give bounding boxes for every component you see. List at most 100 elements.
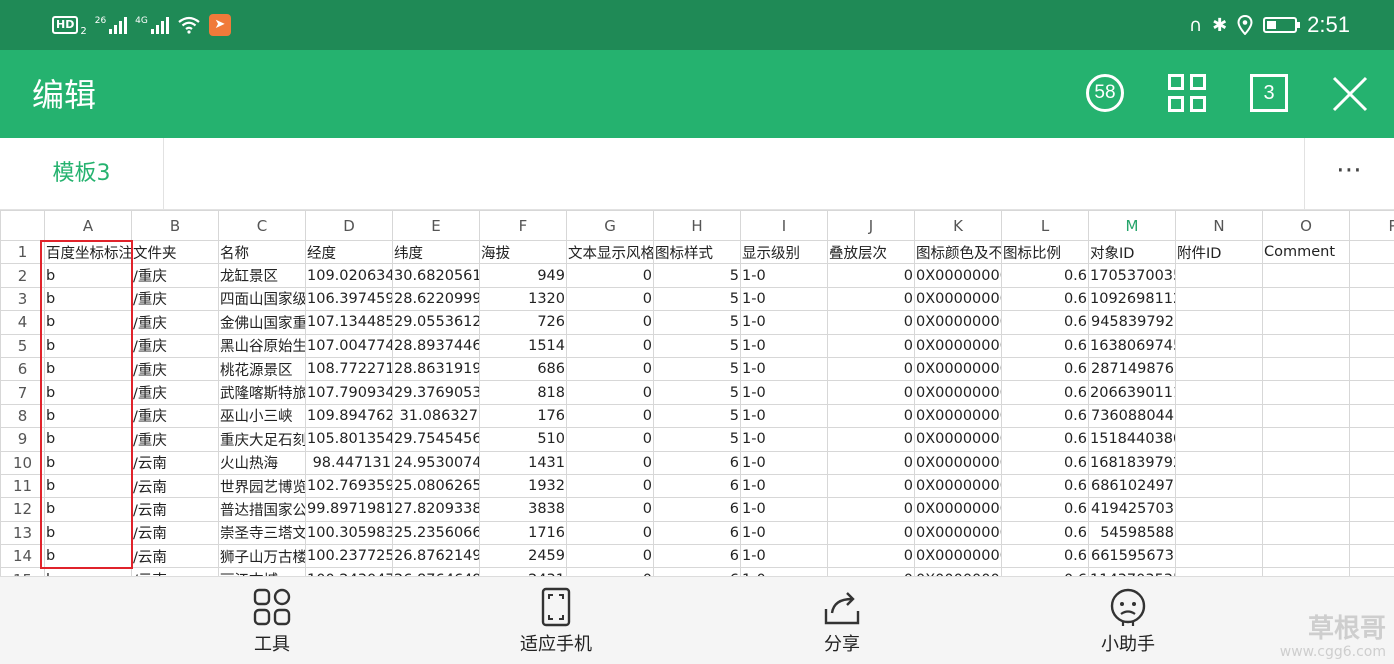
cell[interactable]: [1262, 286, 1350, 312]
cell[interactable]: /云南: [131, 544, 219, 569]
cell[interactable]: [1262, 544, 1350, 569]
cell[interactable]: 686: [479, 356, 567, 382]
cell[interactable]: 0X00000000: [914, 567, 1002, 576]
cell[interactable]: 26.8764649: [392, 567, 480, 576]
cell[interactable]: [1262, 263, 1350, 288]
cell[interactable]: [1349, 239, 1394, 265]
cell[interactable]: [1349, 286, 1394, 312]
cell[interactable]: [1175, 380, 1263, 405]
cell[interactable]: b: [44, 450, 132, 475]
cell[interactable]: 名称: [218, 239, 306, 265]
cell[interactable]: 火山热海: [218, 450, 306, 475]
cell[interactable]: Comment: [1262, 239, 1350, 265]
cell[interactable]: 1-0: [740, 520, 828, 546]
cell[interactable]: 107.790934: [305, 380, 393, 405]
cell[interactable]: 0.6: [1001, 380, 1089, 405]
cell[interactable]: 945839792: [1088, 310, 1176, 335]
cell[interactable]: 25.2356066: [392, 520, 480, 546]
cell[interactable]: 1-0: [740, 310, 828, 335]
cell[interactable]: /云南: [131, 473, 219, 499]
cell[interactable]: 0.6: [1001, 263, 1089, 288]
cell[interactable]: 0: [566, 286, 654, 312]
cell[interactable]: [1262, 356, 1350, 382]
cell[interactable]: 附件ID: [1175, 239, 1263, 265]
row-header[interactable]: 7: [0, 380, 45, 405]
cell[interactable]: 0.6: [1001, 310, 1089, 335]
cell[interactable]: 0X00000000: [914, 473, 1002, 499]
cell[interactable]: 0X00000000: [914, 333, 1002, 358]
cell[interactable]: b: [44, 427, 132, 452]
cell[interactable]: 5: [653, 310, 741, 335]
cell[interactable]: 2066390111: [1088, 380, 1176, 405]
cell[interactable]: 1-0: [740, 450, 828, 475]
cell[interactable]: 0: [827, 473, 915, 499]
column-header-k[interactable]: K: [914, 210, 1002, 241]
cell[interactable]: 0X00000000: [914, 520, 1002, 546]
cell[interactable]: 6: [653, 497, 741, 522]
column-header-j[interactable]: J: [827, 210, 915, 241]
cell[interactable]: 文件夹: [131, 239, 219, 265]
cell[interactable]: 102.769359: [305, 473, 393, 499]
cell[interactable]: 6: [653, 544, 741, 569]
cell[interactable]: 287149876: [1088, 356, 1176, 382]
cell[interactable]: 98.447131: [305, 450, 393, 475]
cell[interactable]: 黑山谷原始生: [218, 333, 306, 358]
cell[interactable]: 桃花源景区: [218, 356, 306, 382]
badge-58-button[interactable]: 58: [1086, 74, 1126, 114]
row-header[interactable]: 5: [0, 333, 45, 358]
cell[interactable]: 0: [827, 263, 915, 288]
cell[interactable]: /重庆: [131, 333, 219, 358]
cell[interactable]: [1175, 450, 1263, 475]
cell[interactable]: 文本显示风格: [566, 239, 654, 265]
cell[interactable]: [1175, 427, 1263, 452]
cell[interactable]: 巫山小三峡: [218, 403, 306, 429]
cell[interactable]: b: [44, 310, 132, 335]
cell[interactable]: 108.772271: [305, 356, 393, 382]
cell[interactable]: 726: [479, 310, 567, 335]
cell[interactable]: 109.020634: [305, 263, 393, 288]
cell[interactable]: [1349, 263, 1394, 288]
cell[interactable]: [1175, 263, 1263, 288]
cell[interactable]: 图标比例: [1001, 239, 1089, 265]
cell[interactable]: 3838: [479, 497, 567, 522]
cell[interactable]: 狮子山万古楼: [218, 544, 306, 569]
cell[interactable]: 1431: [479, 450, 567, 475]
column-header-d[interactable]: D: [305, 210, 393, 241]
cell[interactable]: 0: [566, 333, 654, 358]
cell[interactable]: 0: [827, 520, 915, 546]
cell[interactable]: 0: [566, 356, 654, 382]
cell[interactable]: 1-0: [740, 263, 828, 288]
cell[interactable]: 0: [566, 263, 654, 288]
cell[interactable]: [1175, 356, 1263, 382]
cell[interactable]: 105.801354: [305, 427, 393, 452]
cell[interactable]: 0: [566, 380, 654, 405]
cell[interactable]: 176: [479, 403, 567, 429]
cell[interactable]: 叠放层次: [827, 239, 915, 265]
cell[interactable]: /重庆: [131, 263, 219, 288]
cell[interactable]: [1175, 403, 1263, 429]
cell[interactable]: [1175, 286, 1263, 312]
cell[interactable]: [1262, 333, 1350, 358]
cell[interactable]: [1349, 544, 1394, 569]
cell[interactable]: [1262, 403, 1350, 429]
cell[interactable]: 0: [566, 450, 654, 475]
cell[interactable]: 1-0: [740, 356, 828, 382]
cell[interactable]: [1349, 567, 1394, 576]
cell[interactable]: b: [44, 356, 132, 382]
row-header[interactable]: 1: [0, 239, 45, 265]
cell[interactable]: [1175, 473, 1263, 499]
row-header[interactable]: 14: [0, 544, 45, 569]
cell[interactable]: 金佛山国家重: [218, 310, 306, 335]
cell[interactable]: 1518440380: [1088, 427, 1176, 452]
cell[interactable]: 0.6: [1001, 497, 1089, 522]
spreadsheet-grid[interactable]: ABCDEFGHIJKLMNOP 1百度坐标标注文件夹名称经度纬度海拔文本显示风…: [0, 210, 1394, 576]
cell[interactable]: 2459: [479, 544, 567, 569]
cell[interactable]: 0.6: [1001, 544, 1089, 569]
cell[interactable]: 29.3769053: [392, 380, 480, 405]
cell[interactable]: 普达措国家公: [218, 497, 306, 522]
cell[interactable]: [1349, 450, 1394, 475]
cell[interactable]: 0: [827, 286, 915, 312]
cell[interactable]: 百度坐标标注: [44, 239, 132, 265]
cell[interactable]: 99.8971981: [305, 497, 393, 522]
cell[interactable]: 0.6: [1001, 333, 1089, 358]
